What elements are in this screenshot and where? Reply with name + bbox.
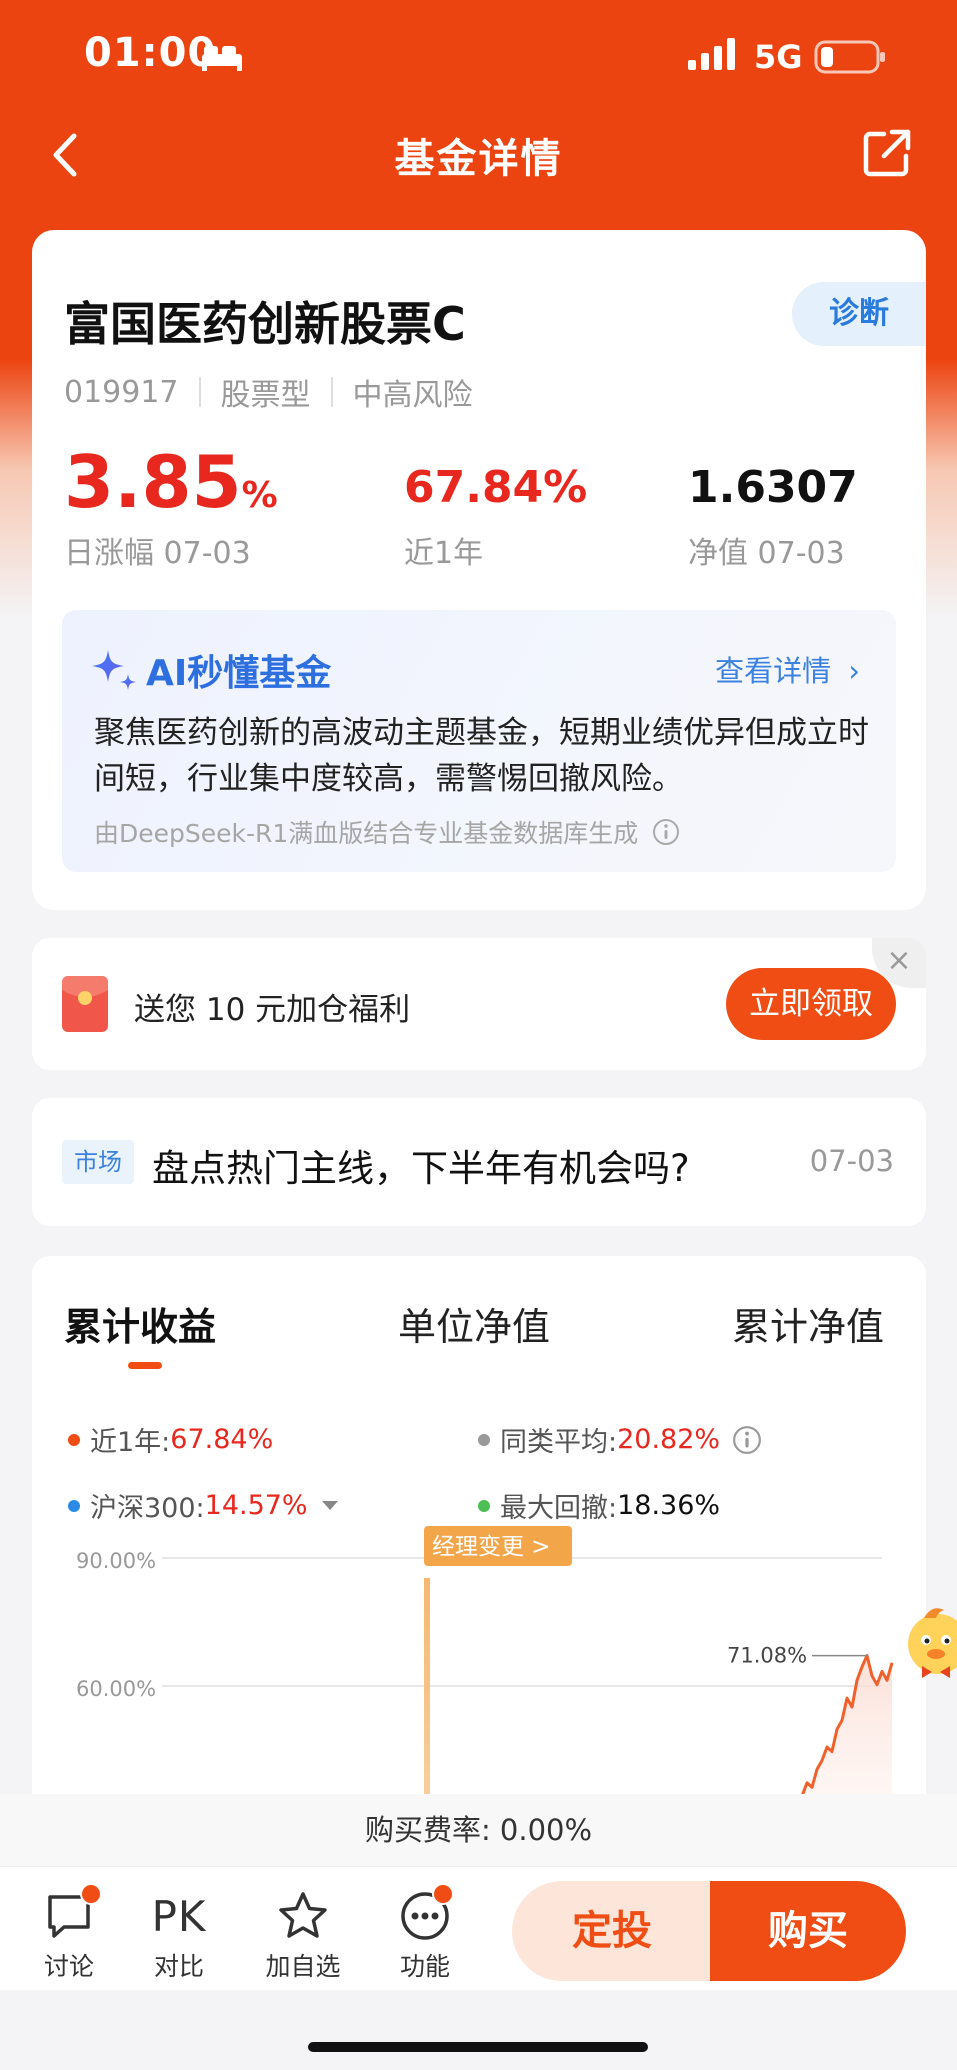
daily-change-unit: %: [241, 475, 278, 516]
divider: [330, 377, 333, 407]
legend-label: 近1年:: [90, 1427, 171, 1458]
ai-summary-box[interactable]: AI秒懂基金 查看详情 › 聚焦医药创新的高波动主题基金，短期业绩优异但成立时间…: [62, 610, 896, 872]
daily-change-label: 日涨幅 07-03: [64, 536, 251, 571]
daily-change-value: 3.85%: [64, 440, 278, 524]
legend-value: 20.82%: [617, 1424, 721, 1455]
compare-label: 对比: [153, 1952, 204, 1981]
legend-category-avg: 同类平均: 20.82%: [478, 1420, 762, 1459]
fund-name: 富国医药创新股票C: [64, 297, 466, 351]
purchase-fee-bar: 购买费率: 0.00%: [0, 1794, 957, 1866]
ai-footnote-text: 由DeepSeek-R1满血版结合专业基金数据库生成: [94, 819, 639, 848]
legend-value: 14.57%: [204, 1490, 308, 1521]
nav-label: 净值 07-03: [688, 536, 845, 571]
functions-button[interactable]: 功能: [370, 1883, 480, 1983]
legend-fund-1y: 近1年: 67.84%: [68, 1420, 273, 1459]
legend-dot: [68, 1433, 80, 1446]
claim-button[interactable]: 立即领取: [726, 968, 896, 1040]
legend-max-drawdown: 最大回撤: 18.36%: [478, 1486, 720, 1525]
fund-code: 019917: [64, 374, 179, 410]
tool-icon-wrap: [14, 1883, 124, 1943]
news-title: 盘点热门主线，下半年有机会吗?: [152, 1147, 690, 1190]
share-icon[interactable]: [862, 128, 912, 178]
sip-button[interactable]: 定投: [512, 1881, 712, 1981]
promo-text: 送您 10 元加仓福利: [134, 992, 411, 1028]
sleep-focus-icon: [202, 46, 242, 71]
red-envelope-icon: [62, 976, 108, 1032]
discuss-label: 讨论: [43, 1952, 94, 1981]
tool-icon-wrap: PK: [124, 1889, 234, 1943]
buy-button[interactable]: 购买: [710, 1881, 906, 1981]
caret-down-icon: [321, 1501, 338, 1510]
tool-icon-wrap: [370, 1883, 480, 1943]
ai-summary-text: 聚焦医药创新的高波动主题基金，短期业绩优异但成立时间短，行业集中度较高，需警惕回…: [94, 715, 869, 797]
tab-cumulative-nav[interactable]: 累计净值: [732, 1296, 884, 1351]
fund-meta: 019917 股票型 中高风险: [64, 370, 473, 414]
y-tick-label: 90.00%: [76, 1549, 156, 1573]
discuss-button[interactable]: 讨论: [14, 1883, 124, 1983]
ai-footnote: 由DeepSeek-R1满血版结合专业基金数据库生成: [94, 814, 680, 850]
network-type: 5G: [754, 38, 803, 76]
tab-unit-nav[interactable]: 单位净值: [398, 1296, 550, 1351]
legend-dot: [478, 1499, 490, 1512]
bottom-toolbar: 讨论 PK 对比 加自选 功能 定投 购买: [0, 1866, 957, 1990]
year-return-value: 67.84%: [404, 462, 588, 513]
star-icon: [279, 1892, 327, 1938]
battery-icon: [814, 40, 885, 74]
add-watchlist-button[interactable]: 加自选: [248, 1889, 358, 1983]
active-tab-indicator: [128, 1362, 162, 1369]
ai-view-details-link[interactable]: 查看详情 ›: [715, 648, 860, 690]
notification-badge: [80, 1883, 102, 1905]
sparkle-icon: [92, 650, 136, 690]
legend-value: 67.84%: [170, 1424, 274, 1455]
status-time: 01:00: [84, 30, 217, 76]
legend-label: 沪深300:: [90, 1493, 205, 1524]
promo-card: 送您 10 元加仓福利 立即领取 ×: [32, 938, 926, 1070]
manager-change-label: 经理变更 >: [432, 1534, 551, 1560]
news-card[interactable]: 市场 盘点热门主线，下半年有机会吗? 07-03: [32, 1098, 926, 1226]
y-tick-label: 60.00%: [76, 1677, 156, 1701]
home-indicator-area: [0, 1990, 957, 2070]
info-icon[interactable]: [652, 818, 680, 846]
legend-dot: [68, 1499, 80, 1512]
notification-badge: [432, 1883, 454, 1905]
fund-risk: 中高风险: [352, 378, 473, 413]
manager-change-marker-fade: [424, 1578, 430, 1816]
legend-label: 同类平均:: [500, 1427, 618, 1458]
news-tag: 市场: [62, 1140, 134, 1184]
diagnose-button[interactable]: 诊断: [792, 282, 926, 346]
ai-more-label: 查看详情: [715, 654, 832, 688]
page-title: 基金详情: [394, 136, 563, 182]
functions-label: 功能: [399, 1952, 450, 1981]
chevron-right-icon: ›: [848, 654, 860, 688]
legend-dot: [478, 1433, 490, 1446]
compare-button[interactable]: PK 对比: [124, 1889, 234, 1983]
fund-summary-card: 富国医药创新股票C 诊断 019917 股票型 中高风险 3.85% 67.84…: [32, 230, 926, 910]
signal-icon: [688, 38, 735, 70]
tool-icon-wrap: [248, 1889, 358, 1943]
fund-type: 股票型: [220, 378, 311, 413]
home-indicator[interactable]: [308, 2042, 648, 2052]
legend-csi300[interactable]: 沪深300: 14.57%: [68, 1486, 338, 1525]
legend-label: 最大回撤:: [500, 1493, 618, 1524]
legend-value: 18.36%: [617, 1490, 721, 1521]
pk-icon: PK: [151, 1891, 207, 1941]
line-chart[interactable]: 90.00% 60.00% 经理变更 > 71.08%: [32, 1526, 926, 1816]
divider: [198, 377, 201, 407]
tab-cumulative-return[interactable]: 累计收益: [64, 1296, 216, 1351]
mascot-chick-icon[interactable]: [898, 1600, 957, 1680]
news-date: 07-03: [809, 1144, 894, 1178]
peak-value-label: 71.08%: [727, 1644, 807, 1668]
daily-change-number: 3.85: [64, 440, 242, 524]
year-return-label: 近1年: [404, 536, 484, 571]
nav-value: 1.6307: [688, 462, 858, 513]
performance-chart-card: 累计收益 单位净值 累计净值 近1年: 67.84% 同类平均: 20.82% …: [32, 1256, 926, 1816]
info-icon[interactable]: [732, 1425, 762, 1455]
ai-title: AI秒懂基金: [146, 653, 332, 694]
watch-label: 加自选: [265, 1952, 341, 1981]
status-bar: 01:00 5G: [0, 0, 957, 110]
